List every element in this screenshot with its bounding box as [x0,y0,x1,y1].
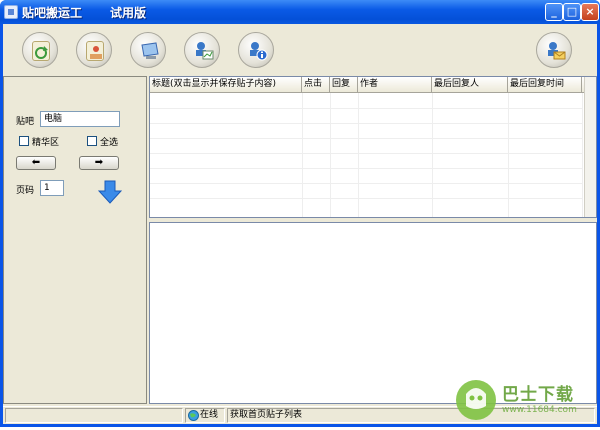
stop-tool-button[interactable] [76,32,112,68]
grid-line [150,153,582,154]
select-all-checkbox[interactable] [87,136,97,146]
next-page-button[interactable]: ➡ [79,156,119,170]
watermark-brand: 巴士下载 [502,385,574,405]
col-header-last-replier[interactable]: 最后回复人 [432,77,508,93]
grid-line [150,123,582,124]
status-online-text: 在线 [200,410,219,420]
close-button[interactable]: × [581,3,599,21]
grid-line [358,93,359,217]
go-down-arrow-icon[interactable] [98,180,122,204]
col-header-replies[interactable]: 回复 [330,77,358,93]
app-window: 贴吧搬运工 试用版 _ □ × 贴吧 电脑 精华区 全选 ⬅ ➡ 页码 1 标题… [0,0,600,427]
monitor-tool-button[interactable] [130,32,166,68]
info-user-icon [248,41,268,61]
grid-line [330,93,331,217]
grid-scrollbar[interactable] [584,77,596,217]
watermark-url: www.11684.com [502,405,577,415]
grid-line [150,183,582,184]
info-tool-button[interactable] [238,32,274,68]
grid-line [150,198,582,199]
grid-line [150,138,582,139]
essence-label: 精华区 [32,138,60,148]
left-panel: 贴吧 电脑 精华区 全选 ⬅ ➡ 页码 1 [3,76,147,404]
grid-line [508,93,509,217]
mail-tool-button[interactable] [536,32,572,68]
grid-line [582,93,583,217]
col-header-clicks[interactable]: 点击 [302,77,330,93]
prev-page-button[interactable]: ⬅ [16,156,56,170]
stop-doc-icon [86,41,104,61]
select-all-label: 全选 [100,138,119,148]
client-area: 贴吧 电脑 精华区 全选 ⬅ ➡ 页码 1 标题(双击显示并保存贴子内容) 点击… [3,24,597,424]
monitor-icon [140,41,159,61]
col-header-title[interactable]: 标题(双击显示并保存贴子内容) [150,77,302,93]
grid-line [150,108,582,109]
mail-user-icon [546,41,566,61]
tieba-label: 贴吧 [16,117,35,127]
status-cell-empty [5,408,183,423]
presentation-tool-button[interactable] [184,32,220,68]
col-header-author[interactable]: 作者 [358,77,432,93]
title-bar[interactable]: 贴吧搬运工 试用版 _ □ × [0,0,600,24]
status-online: 在线 [185,408,225,423]
page-label: 页码 [16,186,35,196]
presentation-user-icon [194,41,214,61]
col-header-last-reply-time[interactable]: 最后回复时间 [508,77,582,93]
online-globe-icon [188,410,199,421]
maximize-button[interactable]: □ [563,3,581,21]
minimize-button[interactable]: _ [545,3,563,21]
watermark: 巴士下载 www.11684.com [452,372,600,427]
grid-line [432,93,433,217]
grid-line [302,93,303,217]
app-icon [4,5,18,19]
page-input[interactable]: 1 [40,180,64,196]
window-title: 贴吧搬运工 [22,6,83,20]
refresh-doc-icon [32,41,50,61]
tieba-input[interactable]: 电脑 [40,111,120,127]
toolbar [3,24,597,76]
edition-label: 试用版 [110,6,147,20]
post-list-grid[interactable]: 标题(双击显示并保存贴子内容) 点击 回复 作者 最后回复人 最后回复时间 [149,76,597,218]
grid-line [150,168,582,169]
essence-checkbox[interactable] [19,136,29,146]
refresh-tool-button[interactable] [22,32,58,68]
